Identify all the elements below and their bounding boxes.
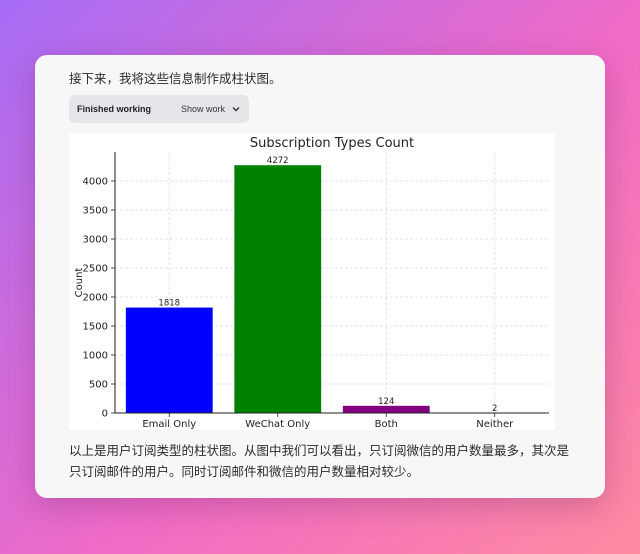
y-tick-label: 4000: [83, 177, 108, 188]
bar: [342, 405, 430, 413]
x-tick-label: WeChat Only: [245, 419, 310, 430]
summary-line-1: 以上是用户订阅类型的柱状图。从图中我们可以看出，只订阅微信的用户数量最多，其次是: [69, 443, 570, 458]
y-tick-label: 0: [102, 409, 108, 420]
summary-line-2: 只订阅邮件的用户。同时订阅邮件和微信的用户数量相对较少。: [69, 464, 420, 479]
summary-text: 以上是用户订阅类型的柱状图。从图中我们可以看出，只订阅微信的用户数量最多，其次是…: [69, 440, 569, 482]
y-axis-label: Count: [74, 268, 85, 298]
y-tick-label: 2500: [83, 264, 108, 275]
work-status-pill: Finished working Show work: [69, 95, 249, 123]
show-work-label: Show work: [180, 104, 225, 114]
y-tick-label: 1000: [83, 351, 108, 362]
bar: [234, 165, 322, 413]
x-tick-label: Neither: [476, 419, 514, 430]
x-tick-label: Email Only: [142, 419, 196, 430]
bar-chart-svg: 0 500 1000 1500 2000 2500 3000 3500 4000 1818 Emai…: [74, 136, 549, 430]
chart-title: Subscription Types Count: [250, 136, 414, 151]
show-work-button[interactable]: Show work: [181, 104, 241, 114]
work-status-label: Finished working: [77, 104, 152, 114]
chevron-down-icon: [231, 104, 241, 114]
y-tick-label: 500: [89, 380, 108, 391]
bar-chart: 0 500 1000 1500 2000 2500 3000 3500 4000 1818 Emai…: [69, 133, 555, 430]
chat-message-card: 接下来，我将这些信息制作成柱状图。 Finished working Show …: [35, 55, 605, 498]
bar: [125, 307, 213, 413]
y-tick-label: 1500: [83, 322, 108, 333]
bar-value-label: 1818: [158, 299, 180, 309]
y-tick-label: 3000: [83, 235, 108, 246]
bar-value-label: 2: [492, 404, 497, 414]
y-tick-label: 2000: [83, 293, 108, 304]
bar-value-label: 124: [378, 397, 394, 407]
intro-text: 接下来，我将这些信息制作成柱状图。: [69, 71, 282, 86]
y-tick-label: 3500: [83, 206, 108, 217]
x-tick-label: Both: [375, 419, 398, 430]
bar-value-label: 4272: [267, 156, 289, 166]
